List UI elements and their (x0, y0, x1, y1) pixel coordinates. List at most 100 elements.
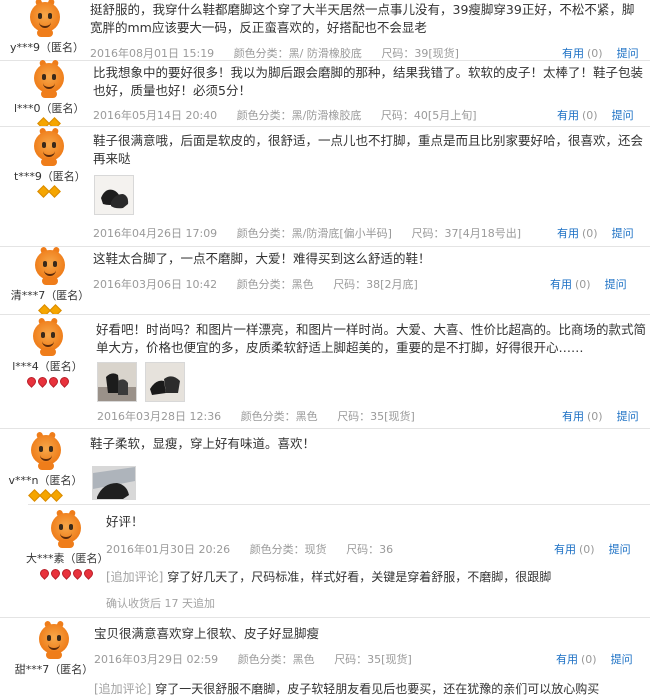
review-text: 比我想象中的要好很多！我以为脚后跟会磨脚的那种，结果我错了。软软的皮子！太棒了！… (93, 65, 644, 98)
review-item: t***9（匿名） 鞋子很满意哦，后面是软皮的，很舒适，一点儿也不打脚，重点是而… (0, 127, 650, 245)
addon-label: [追加评论] (106, 570, 164, 584)
ask-button[interactable]: 提问 (617, 47, 639, 60)
user-level-badges (26, 567, 106, 580)
review-date: 2016年05月14日 20:40 (93, 109, 218, 122)
addon-note: 确认收货后 17 天追加 (106, 597, 215, 610)
avatar[interactable] (28, 0, 62, 37)
review-addon: [追加评论] 穿了好几天了，尺码标准，样式好看，关键是穿着舒服，不磨脚，很跟脚 (106, 568, 626, 586)
useful-count: (0) (581, 653, 597, 666)
review-meta: 2016年03月06日 10:42 颜色分类：黑色 尺码：38[2月底] (93, 276, 434, 292)
review-meta: 2016年05月14日 20:40 颜色分类：黑/防滑橡胶底 尺码：40[5月上… (93, 107, 493, 123)
review-color: 颜色分类：黑/ 防滑橡胶底 (233, 47, 362, 60)
review-photo[interactable] (94, 175, 134, 215)
reviewer-name: 甜***7（匿名） (14, 663, 94, 676)
avatar[interactable] (37, 620, 71, 659)
review-color: 颜色分类：黑/防滑橡胶底 (236, 109, 362, 122)
user-level-badges (8, 489, 83, 502)
addon-text: 穿了一天很舒服不磨脚，皮子软轻朋友看见后也要买，还在犹豫的亲们可以放心购买 (155, 682, 600, 696)
user-level-badges (14, 185, 84, 198)
useful-count: (0) (575, 278, 591, 291)
review-size: 尺码：35[现货] (337, 410, 415, 423)
useful-button[interactable]: 有用 (557, 227, 579, 240)
useful-count: (0) (582, 109, 598, 122)
ask-button[interactable]: 提问 (612, 109, 634, 122)
ask-button[interactable]: 提问 (605, 278, 627, 291)
review-actions: 有用 (0) 提问 (562, 45, 639, 61)
reviewer-info: y***9（匿名） (10, 0, 85, 55)
useful-button[interactable]: 有用 (562, 410, 584, 423)
useful-count: (0) (587, 47, 603, 60)
divider (28, 504, 650, 505)
review-color: 颜色分类：黑色 (240, 410, 318, 423)
review-actions: 有用 (0) 提问 (557, 107, 634, 123)
useful-count: (0) (587, 410, 603, 423)
reviewer-name: 清***7（匿名） (10, 289, 90, 302)
review-actions: 有用 (0) 提问 (550, 276, 627, 292)
avatar[interactable] (49, 509, 83, 548)
review-text: 这鞋太合脚了，一点不磨脚，大爱！难得买到这么舒适的鞋！ (93, 251, 431, 266)
ask-button[interactable]: 提问 (617, 410, 639, 423)
review-color: 颜色分类：黑色 (236, 278, 314, 291)
review-size: 尺码：35[现货] (334, 653, 412, 666)
review-item: 清***7（匿名） 这鞋太合脚了，一点不磨脚，大爱！难得买到这么舒适的鞋！ 20… (0, 246, 650, 317)
useful-button[interactable]: 有用 (562, 47, 584, 60)
review-meta: 2016年08月01日 15:19 颜色分类：黑/ 防滑橡胶底 尺码：39[现货… (90, 45, 475, 61)
reviewer-info: 甜***7（匿名） (14, 620, 94, 677)
reviewer-info: l***4（匿名） (10, 317, 85, 388)
review-item: l***4（匿名） 好看吧！时尚吗？和图片一样漂亮，和图片一样时尚。大爱、大喜、… (0, 315, 650, 427)
reviewer-name: 大***素（匿名） (26, 552, 109, 565)
review-color: 颜色分类：现货 (249, 543, 327, 556)
avatar[interactable] (32, 127, 66, 166)
review-meta: 2016年01月30日 20:26 颜色分类：现货 尺码：36 (106, 541, 409, 557)
review-item: y***9（匿名） 挺舒服的，我穿什么鞋都磨脚这个穿了大半天居然一点事儿没有，3… (0, 0, 650, 61)
review-text: 鞋子柔软，显瘦，穿上好有味道。喜欢！ (90, 436, 316, 451)
user-level-badges (10, 375, 85, 388)
review-text: 挺舒服的，我穿什么鞋都磨脚这个穿了大半天居然一点事儿没有，39瘦脚穿39正好，不… (90, 2, 635, 35)
review-size: 尺码：38[2月底] (333, 278, 418, 291)
review-photo[interactable] (92, 466, 136, 500)
review-size: 尺码：39[现货] (381, 47, 459, 60)
reviewer-name: l***0（匿名） (14, 102, 85, 115)
ask-button[interactable]: 提问 (609, 543, 631, 556)
useful-button[interactable]: 有用 (557, 109, 579, 122)
review-actions: 有用 (0) 提问 (556, 651, 633, 667)
review-size: 尺码：37[4月18号出] (411, 227, 522, 240)
review-text: 好评！ (106, 514, 144, 529)
avatar[interactable] (29, 431, 63, 470)
review-date: 2016年08月01日 15:19 (90, 47, 215, 60)
review-item: 甜***7（匿名） 宝贝很满意喜欢穿上很软、皮子好显脚瘦 2016年03月29日… (0, 618, 650, 700)
review-item: 大***素（匿名） 好评！ 2016年01月30日 20:26 颜色分类：现货 … (0, 504, 650, 616)
review-date: 2016年03月28日 12:36 (97, 410, 222, 423)
useful-button[interactable]: 有用 (554, 543, 576, 556)
reviewer-info: t***9（匿名） (14, 127, 86, 198)
reviewer-name: l***4（匿名） (12, 360, 83, 373)
reviewer-info: v***n（匿名） (8, 431, 83, 502)
reviewer-name: y***9（匿名） (10, 41, 85, 54)
useful-count: (0) (579, 543, 595, 556)
review-color: 颜色分类：黑色 (237, 653, 315, 666)
avatar[interactable] (32, 59, 66, 98)
reviewer-name: t***9（匿名） (14, 170, 86, 183)
review-item: v***n（匿名） 鞋子柔软，显瘦，穿上好有味道。喜欢！ (0, 429, 650, 504)
review-text: 宝贝很满意喜欢穿上很软、皮子好显脚瘦 (94, 626, 320, 641)
reviewer-info: 大***素（匿名） (26, 509, 109, 580)
addon-label: [追加评论] (94, 682, 152, 696)
avatar[interactable] (31, 317, 65, 356)
review-actions: 有用 (0) 提问 (557, 225, 634, 241)
avatar[interactable] (33, 246, 67, 285)
review-actions: 有用 (0) 提问 (562, 408, 639, 424)
review-addon: [追加评论] 穿了一天很舒服不磨脚，皮子软轻朋友看见后也要买，还在犹豫的亲们可以… (94, 680, 650, 698)
review-photo[interactable] (97, 362, 137, 402)
ask-button[interactable]: 提问 (612, 227, 634, 240)
reviewer-info: l***0（匿名） (14, 59, 85, 130)
useful-count: (0) (582, 227, 598, 240)
review-photo[interactable] (145, 362, 185, 402)
reviewer-info: 清***7（匿名） (10, 246, 90, 317)
review-date: 2016年03月06日 10:42 (93, 278, 218, 291)
ask-button[interactable]: 提问 (611, 653, 633, 666)
useful-button[interactable]: 有用 (550, 278, 572, 291)
review-meta: 2016年03月29日 02:59 颜色分类：黑色 尺码：35[现货] (94, 651, 428, 667)
useful-button[interactable]: 有用 (556, 653, 578, 666)
review-size: 尺码：36 (346, 543, 394, 556)
review-meta: 2016年04月26日 17:09 颜色分类：黑/防滑底[偏小半码] 尺码：37… (93, 225, 537, 241)
